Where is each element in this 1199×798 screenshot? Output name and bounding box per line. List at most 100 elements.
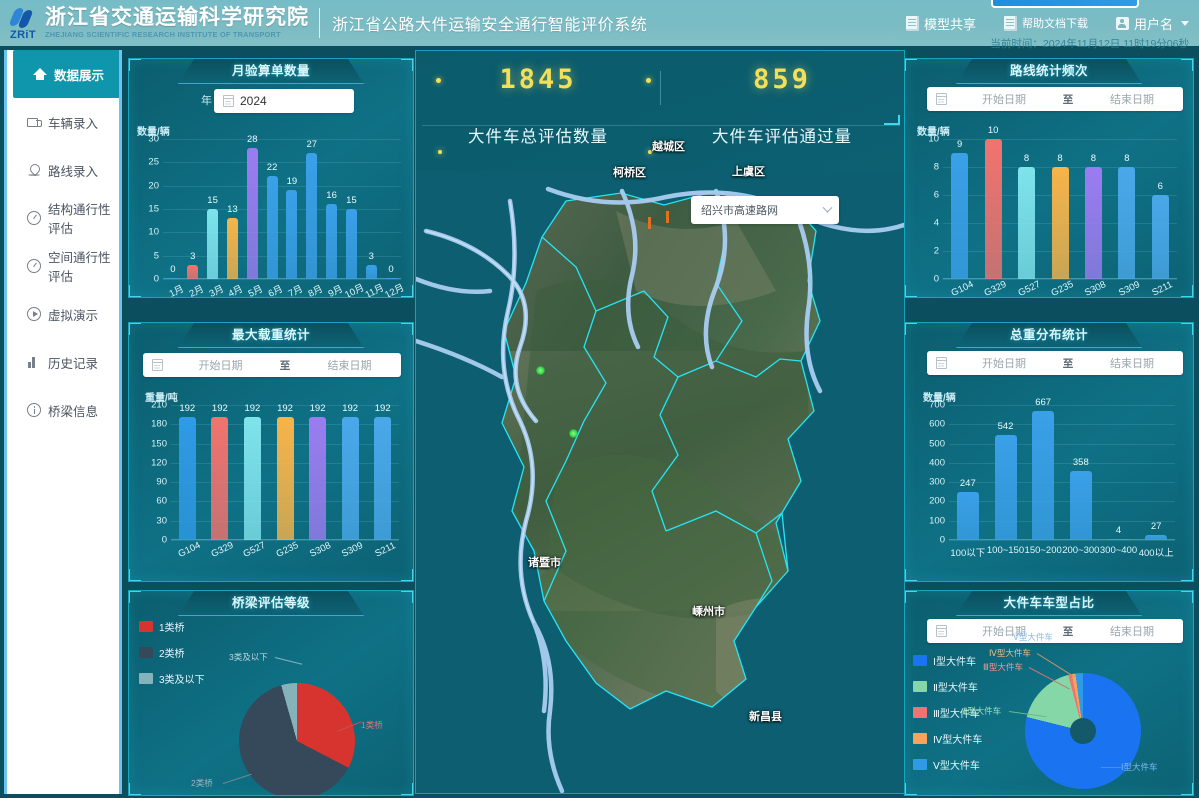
bar[interactable] xyxy=(341,416,359,540)
end-date-input[interactable]: 结束日期 xyxy=(1081,91,1183,107)
map-marker[interactable] xyxy=(536,366,545,375)
model-share-link[interactable]: 模型共享 xyxy=(905,14,976,33)
dashboard-root: ZRiT 浙江省交通运输科学研究院 ZHEJIANG SCIENTIFIC RE… xyxy=(0,0,1199,798)
bar[interactable] xyxy=(226,218,238,279)
bar[interactable] xyxy=(266,176,278,279)
bar[interactable] xyxy=(306,153,318,279)
bar[interactable] xyxy=(246,148,258,279)
corner-accent xyxy=(1181,569,1193,581)
bar[interactable] xyxy=(951,153,969,279)
sidebar-item-3[interactable]: 结构通行性评估 xyxy=(7,194,119,242)
x-tick-label: S308 xyxy=(1083,279,1109,298)
gridline xyxy=(163,185,401,187)
sidebar-item-4[interactable]: 空间通行性评估 xyxy=(7,242,119,290)
bar[interactable] xyxy=(1018,167,1036,279)
bar-value-label: 192 xyxy=(179,402,196,414)
start-date-input[interactable]: 开始日期 xyxy=(169,357,272,373)
map-marker[interactable] xyxy=(569,429,578,438)
bar[interactable] xyxy=(276,416,294,540)
bar[interactable] xyxy=(374,416,392,540)
bar[interactable] xyxy=(1107,539,1130,540)
bar-value-label: 16 xyxy=(326,190,337,202)
bar[interactable] xyxy=(956,492,979,540)
legend-item[interactable]: 1类桥 xyxy=(139,619,205,634)
user-menu[interactable]: 用户名 xyxy=(1115,14,1189,33)
bar[interactable] xyxy=(326,204,338,279)
pie-annotation: 1类桥 xyxy=(361,720,383,730)
bar[interactable] xyxy=(1151,195,1169,279)
y-tick-label: 6 xyxy=(933,189,939,201)
bar[interactable] xyxy=(385,278,397,279)
calendar-icon xyxy=(935,625,947,637)
gridline xyxy=(949,540,1175,541)
max-load-date-range[interactable]: 开始日期 至 结束日期 xyxy=(143,353,401,377)
sidebar-item-6[interactable]: 历史记录 xyxy=(7,338,119,386)
bar[interactable] xyxy=(1084,167,1102,279)
bar[interactable] xyxy=(1145,534,1168,540)
bar[interactable] xyxy=(1069,470,1092,540)
kpi-caption: 大件车总评估数量 xyxy=(468,128,608,146)
end-date-input[interactable]: 结束日期 xyxy=(298,357,401,373)
header-tab-highlight[interactable] xyxy=(991,0,1139,8)
bar[interactable] xyxy=(207,209,219,279)
bar[interactable] xyxy=(309,416,327,540)
start-date-input[interactable]: 开始日期 xyxy=(953,91,1055,107)
bar[interactable] xyxy=(187,265,199,279)
pie-chart[interactable] xyxy=(239,683,355,795)
start-date-input[interactable]: 开始日期 xyxy=(953,355,1055,371)
bar-value-label: 192 xyxy=(342,402,359,414)
user-avatar-icon xyxy=(1115,16,1129,30)
bar[interactable] xyxy=(984,139,1002,279)
x-tick-label: 7月 xyxy=(286,283,305,298)
bar[interactable] xyxy=(167,278,179,279)
gridline xyxy=(949,520,1175,522)
legend-item[interactable]: Ⅰ型大件车 xyxy=(913,653,982,668)
bar[interactable] xyxy=(1051,167,1069,279)
year-select[interactable]: 2024 xyxy=(214,89,354,113)
bar[interactable] xyxy=(994,435,1017,540)
end-date-input[interactable]: 结束日期 xyxy=(1081,355,1183,371)
leader-line xyxy=(274,657,303,665)
bar[interactable] xyxy=(178,416,196,540)
sidebar-item-1[interactable]: 车辆录入 xyxy=(7,98,119,146)
sidebar-item-7[interactable]: 桥梁信息 xyxy=(7,386,119,434)
legend-item[interactable]: Ⅴ型大件车 xyxy=(913,757,982,772)
tick-marker xyxy=(666,211,669,223)
road-network-select[interactable]: 绍兴市高速路网 xyxy=(691,196,839,224)
corner-accent xyxy=(129,569,141,581)
calendar-icon xyxy=(935,357,947,369)
bar[interactable] xyxy=(211,416,229,540)
x-tick-label: 4月 xyxy=(227,283,246,298)
vehicle-type-date-range[interactable]: 开始日期 至 结束日期 xyxy=(927,619,1183,643)
sidebar-scrollbar[interactable] xyxy=(119,50,122,440)
sidebar-item-5[interactable]: 虚拟演示 xyxy=(7,290,119,338)
bar[interactable] xyxy=(1032,411,1055,540)
bar[interactable] xyxy=(243,416,261,540)
panel-title-wrap: 桥梁评估等级 xyxy=(178,591,364,616)
bar[interactable] xyxy=(1118,167,1136,279)
legend-item[interactable]: Ⅱ型大件车 xyxy=(913,679,982,694)
end-date-input[interactable]: 结束日期 xyxy=(1081,623,1183,639)
truck-icon xyxy=(27,115,42,129)
legend-item[interactable]: 3类及以下 xyxy=(139,671,205,686)
sidebar-item-label: 历史记录 xyxy=(48,356,99,371)
sidebar-item-label: 空间通行性评估 xyxy=(48,251,111,284)
plot-area: 0 5 10 15 20 25 30 0 1月 3 2月 15 3月 13 4月 28 5月 22 6月 19 7月 27… xyxy=(148,134,406,298)
y-tick-label: 600 xyxy=(929,418,945,430)
help-doc-link[interactable]: 帮助文档下载 xyxy=(1003,15,1088,31)
plot-area: 0 2 4 6 8 10 9 G104 10 G329 8 G527 8 G235 8 S308 8 S309 6 S… xyxy=(928,125,1177,297)
bar[interactable] xyxy=(286,190,298,279)
bar[interactable] xyxy=(365,265,377,279)
legend-item[interactable]: Ⅳ型大件车 xyxy=(913,731,982,746)
current-time: 当前时间：2024年11月12日 11时19分06秒 xyxy=(990,38,1189,50)
bar[interactable] xyxy=(345,209,357,279)
route-freq-date-range[interactable]: 开始日期 至 结束日期 xyxy=(927,87,1183,111)
legend-item[interactable]: 2类桥 xyxy=(139,645,205,660)
year-value: 2024 xyxy=(240,94,267,108)
bar-value-label: 3 xyxy=(190,251,196,262)
map-canvas[interactable] xyxy=(416,171,904,793)
sidebar-item-2[interactable]: 路线录入 xyxy=(7,146,119,194)
weight-dist-date-range[interactable]: 开始日期 至 结束日期 xyxy=(927,351,1183,375)
document-icon xyxy=(905,15,919,31)
sidebar-item-0[interactable]: 数据展示 xyxy=(13,50,119,98)
